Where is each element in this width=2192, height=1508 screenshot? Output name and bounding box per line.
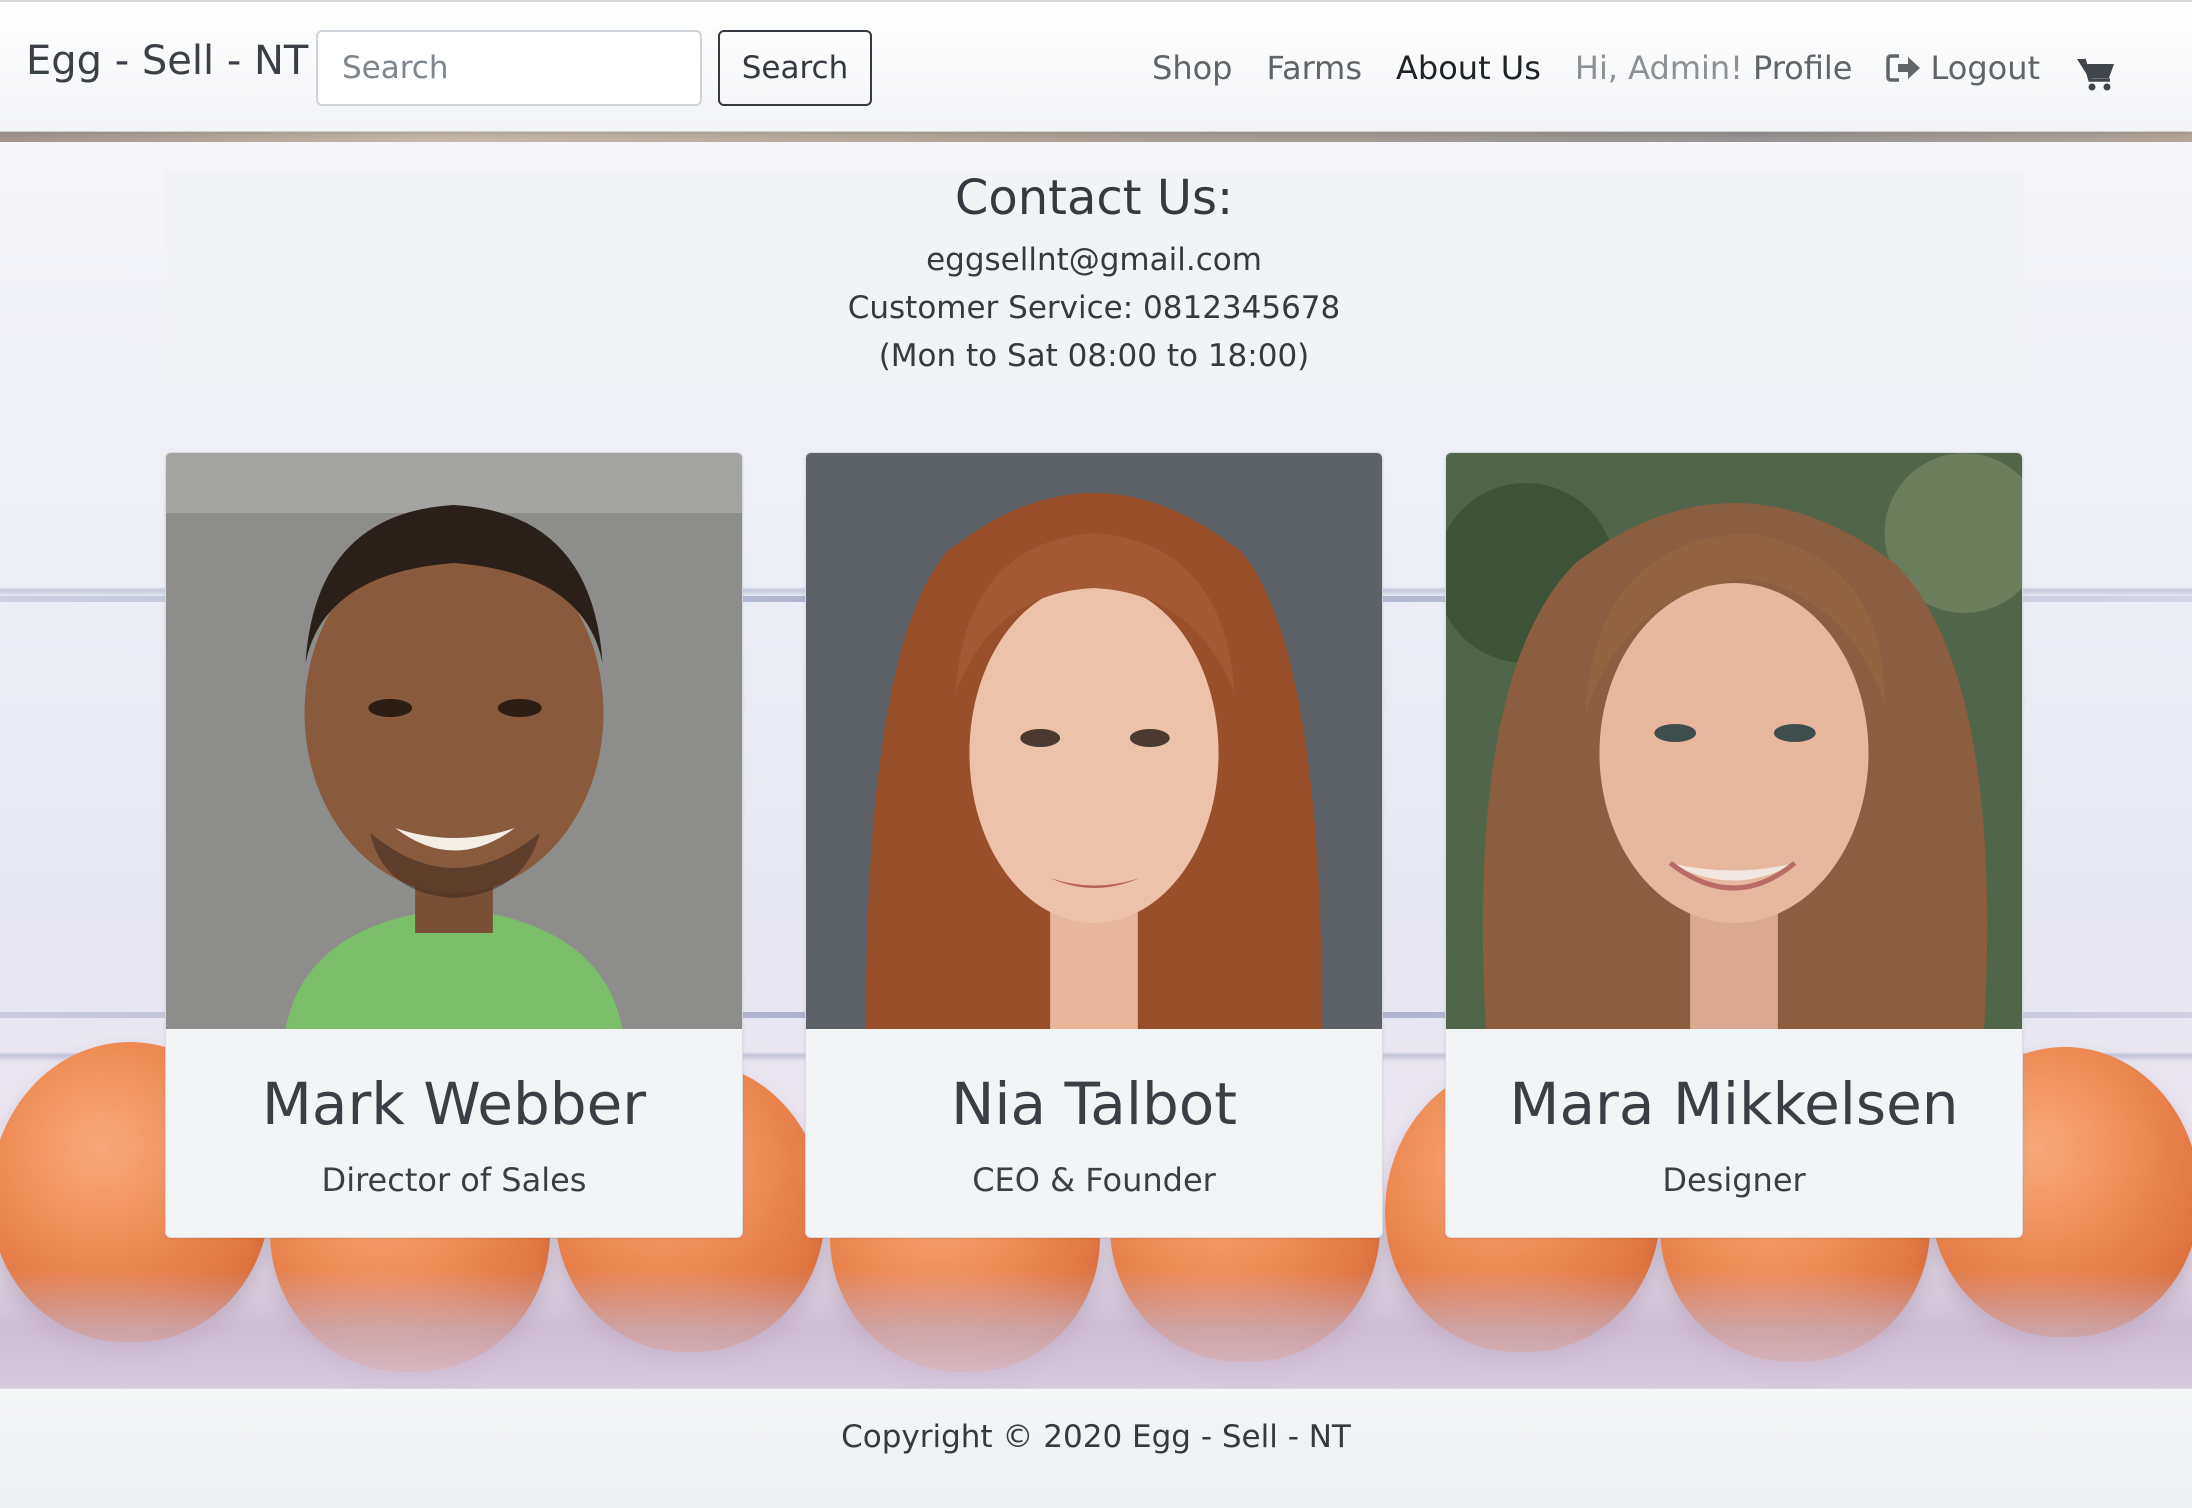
nav-links: Shop Farms About Us Hi, Admin! Profile L… — [1152, 46, 2040, 90]
contact-email: eggsellnt@gmail.com — [926, 242, 1262, 278]
team-card: Mark Webber Director of Sales — [165, 452, 743, 1238]
background-top-strip — [0, 132, 2192, 142]
logout-icon — [1886, 54, 1921, 82]
user-greeting: Hi, Admin! — [1574, 49, 1743, 87]
background-table — [0, 1268, 2192, 1388]
page-footer: Copyright © 2020 Egg - Sell - NT — [0, 1388, 2192, 1508]
footer-copyright: Copyright © 2020 Egg - Sell - NT — [841, 1419, 1351, 1455]
team-member-photo — [1446, 453, 2022, 1029]
search-button[interactable]: Search — [718, 30, 872, 106]
contact-phone: Customer Service: 0812345678 — [847, 290, 1341, 326]
team-member-role: Designer — [1662, 1161, 1806, 1199]
nav-link-about-us[interactable]: About Us — [1396, 49, 1541, 87]
brand-logo-link[interactable]: Egg - Sell - NT — [26, 38, 308, 84]
user-greeting-group: Hi, Admin! Profile — [1575, 49, 1853, 87]
top-navbar: Egg - Sell - NT Search Shop Farms About … — [0, 0, 2192, 132]
search-input[interactable] — [316, 30, 702, 106]
team-card: Nia Talbot CEO & Founder — [805, 452, 1383, 1238]
contact-title: Contact Us: — [954, 170, 1234, 226]
team-card: Mara Mikkelsen Designer — [1445, 452, 2023, 1238]
contact-hours: (Mon to Sat 08:00 to 18:00) — [878, 338, 1310, 374]
team-member-name: Mark Webber — [261, 1070, 647, 1138]
nav-link-farms[interactable]: Farms — [1266, 49, 1362, 87]
team-member-role: CEO & Founder — [972, 1161, 1216, 1199]
team-member-photo — [806, 453, 1382, 1029]
team-member-photo — [166, 453, 742, 1029]
profile-link[interactable]: Profile — [1753, 49, 1853, 87]
team-member-name: Mara Mikkelsen — [1509, 1070, 1959, 1138]
contact-panel: Contact Us: eggsellnt@gmail.com Customer… — [164, 170, 2024, 386]
nav-link-shop[interactable]: Shop — [1152, 49, 1232, 87]
logout-label: Logout — [1930, 49, 2041, 87]
team-member-role: Director of Sales — [321, 1161, 587, 1199]
shopping-cart-icon[interactable] — [2076, 56, 2116, 92]
logout-link[interactable]: Logout — [1886, 49, 2040, 87]
team-member-name: Nia Talbot — [950, 1070, 1237, 1138]
